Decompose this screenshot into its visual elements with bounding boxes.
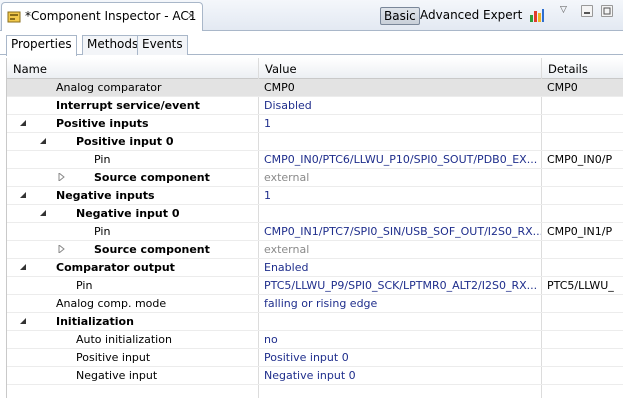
row-name: Positive input [76, 351, 151, 364]
row-name: Positive input 0 [76, 135, 174, 148]
tab-properties[interactable]: Properties [6, 35, 77, 56]
table-row[interactable]: Negative input Negative input 0 [7, 367, 623, 385]
table-row[interactable]: Pin CMP0_IN1/PTC7/SPI0_SIN/USB_SOF_OUT/I… [7, 223, 623, 241]
row-value[interactable]: CMP0_IN0/PTC6/LLWU_P10/SPI0_SOUT/PDB0_EX… [264, 153, 541, 166]
row-name: Negative input 0 [76, 207, 180, 220]
row-details: CMP0_IN1/P [547, 225, 613, 238]
column-header-value[interactable]: Value [265, 62, 297, 76]
table-row[interactable]: Comparator output Enabled [7, 259, 623, 277]
column-header-name[interactable]: Name [13, 62, 47, 76]
expanded-triangle-icon[interactable] [19, 317, 27, 325]
inspector-tab-bar: Properties Methods Events [0, 31, 623, 56]
maximize-icon[interactable] [601, 5, 613, 17]
minimize-icon[interactable] [581, 5, 593, 17]
view-menu-chevron-down-icon[interactable]: ▽ [560, 5, 567, 15]
mode-expert-button[interactable]: Expert [480, 7, 525, 25]
table-row[interactable]: Source component external [7, 169, 623, 187]
table-row[interactable]: Analog comp. mode falling or rising edge [7, 295, 623, 313]
table-row[interactable]: Negative inputs 1 [7, 187, 623, 205]
row-details: CMP0_IN0/P [547, 153, 613, 166]
row-name: Analog comparator [56, 81, 162, 94]
table-row[interactable]: Interrupt service/event Disabled [7, 97, 623, 115]
bar-chart-icon[interactable] [529, 7, 545, 23]
collapsed-triangle-icon[interactable] [57, 245, 65, 253]
mode-basic-button[interactable]: Basic [380, 7, 420, 25]
row-details: PTC5/LLWU_ [547, 279, 614, 292]
row-name: Pin [94, 153, 111, 166]
table-row[interactable]: Positive inputs 1 [7, 115, 623, 133]
tab-events[interactable]: Events [137, 35, 188, 55]
table-header: Name Value Details [7, 58, 623, 79]
component-inspector-tab[interactable]: *Component Inspector - AC1 ✕ [1, 2, 203, 31]
row-value[interactable]: Positive input 0 [264, 351, 541, 364]
row-value[interactable]: CMP0_IN1/PTC7/SPI0_SIN/USB_SOF_OUT/I2S0_… [264, 225, 541, 238]
row-name: Initialization [56, 315, 134, 328]
expanded-triangle-icon[interactable] [19, 119, 27, 127]
row-value[interactable]: falling or rising edge [264, 297, 541, 310]
row-value[interactable]: 1 [264, 117, 541, 130]
expanded-triangle-icon[interactable] [39, 209, 47, 217]
tab-methods[interactable]: Methods [82, 35, 144, 55]
row-name: Negative input [76, 369, 158, 382]
row-name: Source component [94, 171, 210, 184]
table-row[interactable]: Source component external [7, 241, 623, 259]
row-name: Interrupt service/event [56, 99, 200, 112]
table-row[interactable]: Positive input Positive input 0 [7, 349, 623, 367]
table-row[interactable]: Negative input 0 [7, 205, 623, 223]
table-row[interactable]: Initialization [7, 313, 623, 331]
view-title: *Component Inspector - AC1 [25, 9, 197, 23]
table-row[interactable]: Pin CMP0_IN0/PTC6/LLWU_P10/SPI0_SOUT/PDB… [7, 151, 623, 169]
row-name: Comparator output [56, 261, 175, 274]
row-details: CMP0 [547, 81, 578, 94]
row-value[interactable]: external [264, 171, 541, 184]
table-row[interactable]: Auto initialization no [7, 331, 623, 349]
expanded-triangle-icon[interactable] [19, 263, 27, 271]
row-value[interactable]: CMP0 [264, 81, 541, 94]
row-value[interactable]: Enabled [264, 261, 541, 274]
properties-table: Name Value Details Analog comparator CMP… [6, 58, 623, 398]
table-row[interactable]: Positive input 0 [7, 133, 623, 151]
row-name: Source component [94, 243, 210, 256]
close-icon[interactable]: ✕ [187, 11, 195, 22]
row-value[interactable]: external [264, 243, 541, 256]
table-row[interactable]: Analog comparator CMP0 CMP0 [7, 79, 623, 97]
row-value[interactable]: Disabled [264, 99, 541, 112]
component-inspector-icon [7, 11, 21, 23]
row-value[interactable]: 1 [264, 189, 541, 202]
row-value[interactable]: PTC5/LLWU_P9/SPI0_SCK/LPTMR0_ALT2/I2S0_R… [264, 279, 541, 292]
expanded-triangle-icon[interactable] [19, 191, 27, 199]
table-row[interactable]: Pin PTC5/LLWU_P9/SPI0_SCK/LPTMR0_ALT2/I2… [7, 277, 623, 295]
row-name: Analog comp. mode [56, 297, 167, 310]
collapsed-triangle-icon[interactable] [57, 173, 65, 181]
mode-advanced-button[interactable]: Advanced [417, 7, 482, 25]
expanded-triangle-icon[interactable] [39, 137, 47, 145]
row-name: Negative inputs [56, 189, 155, 202]
row-value[interactable]: no [264, 333, 541, 346]
view-title-bar: *Component Inspector - AC1 ✕ Basic Advan… [0, 0, 623, 31]
row-name: Auto initialization [76, 333, 172, 346]
column-header-details[interactable]: Details [548, 62, 588, 76]
row-name: Pin [94, 225, 111, 238]
row-name: Pin [76, 279, 93, 292]
row-value[interactable]: Negative input 0 [264, 369, 541, 382]
row-name: Positive inputs [56, 117, 149, 130]
